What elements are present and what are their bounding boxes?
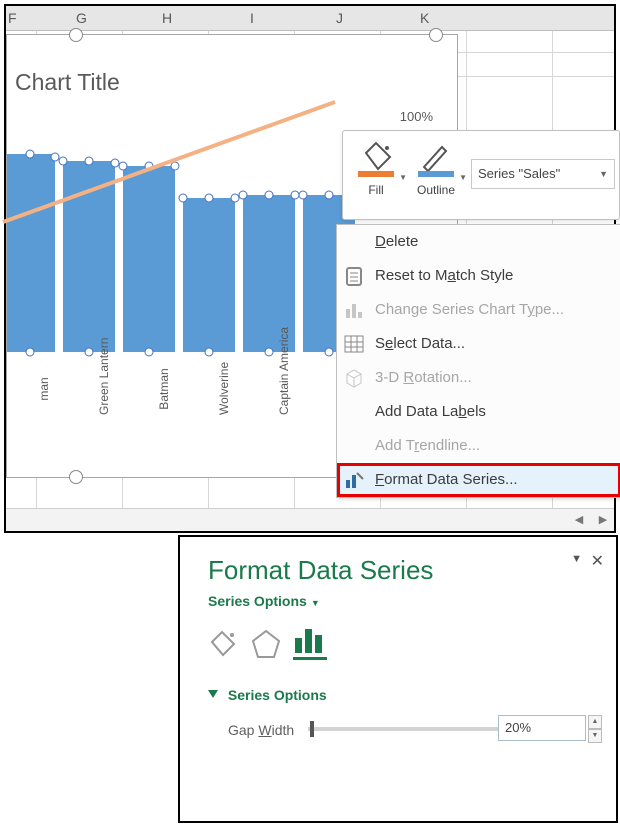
close-pane-button[interactable]: ✕ [591, 551, 604, 571]
spreadsheet-panel: F G H I J K Chart Title 100% 40% [4, 4, 616, 533]
chart-handle[interactable] [69, 28, 83, 42]
bar-chart-icon [343, 299, 365, 321]
format-series-icon [343, 469, 365, 491]
series-selector[interactable]: Series "Sales"▼ [471, 159, 615, 189]
clipboard-icon [343, 265, 365, 287]
menu-3d-rotation: 3-D Rotation...3-D Rotation... [337, 361, 620, 395]
section-series-options[interactable]: Series Options [208, 687, 327, 703]
menu-format-data-series[interactable]: Format Data Series...Format Data Series.… [337, 463, 620, 497]
col-header-K[interactable]: K [420, 10, 429, 26]
scroll-left-button[interactable]: ◀ [568, 509, 590, 531]
task-pane-options-icon[interactable]: ▼ [571, 553, 582, 565]
category-label: Wolverine [217, 362, 231, 415]
gap-width-input[interactable]: 20% [498, 715, 586, 741]
gap-width-slider[interactable] [308, 727, 508, 731]
pane-subtitle[interactable]: Series Options▼ [208, 593, 320, 609]
col-header-J[interactable]: J [336, 10, 343, 26]
mini-toolbar: Fill ▼ Outline ▼ Series "Sales"▼ [342, 130, 620, 220]
pane-title: Format Data Series [208, 555, 433, 586]
menu-reset-style[interactable]: Reset to Match StyleReset to Match Style [337, 259, 620, 293]
category-label: Batman [157, 368, 171, 409]
gap-width-label: Gap WidthGap Width [228, 722, 294, 738]
col-header-I[interactable]: I [250, 10, 254, 26]
category-label: man [37, 377, 51, 400]
cube-icon [343, 367, 365, 389]
category-label: Green Lantern [97, 338, 111, 415]
scroll-right-button[interactable]: ▶ [592, 509, 614, 531]
menu-change-chart-type: Change Series Chart Type...Change Series… [337, 293, 620, 327]
spin-down-button[interactable]: ▼ [588, 729, 602, 743]
fill-button[interactable]: Fill ▼ [351, 137, 401, 197]
paint-bucket-icon [356, 137, 396, 177]
category-label: Captain America [277, 327, 291, 415]
column-header-row[interactable]: F G H I J K [6, 6, 614, 31]
chart-handle[interactable] [429, 28, 443, 42]
pen-icon [416, 137, 456, 177]
col-header-H[interactable]: H [162, 10, 172, 26]
format-pane: Format Data Series ▼ ✕ Series Options▼ S… [178, 535, 618, 823]
menu-add-trendline: Add Trendline...Add Trendline... [337, 429, 620, 463]
menu-delete[interactable]: DDeleteelete [337, 225, 620, 259]
spin-up-button[interactable]: ▲ [588, 715, 602, 729]
series-options-tab-icon[interactable] [293, 625, 327, 660]
effects-tab-icon[interactable] [250, 628, 284, 660]
y-tick-100: 100% [400, 109, 433, 124]
horizontal-scrollbar[interactable]: ◀ ▶ [6, 508, 614, 531]
chart-handle[interactable] [69, 470, 83, 484]
fill-line-tab-icon[interactable] [206, 628, 240, 660]
menu-add-data-labels[interactable]: Add Data LabelsAdd Data Labels [337, 395, 620, 429]
slider-thumb[interactable] [310, 721, 314, 737]
col-header-G[interactable]: G [76, 10, 87, 26]
table-icon [343, 333, 365, 355]
menu-select-data[interactable]: Select Data...Select Data... [337, 327, 620, 361]
collapse-triangle-icon[interactable] [208, 690, 218, 698]
context-menu: DDeleteelete Reset to Match StyleReset t… [336, 224, 620, 498]
col-header-F[interactable]: F [8, 10, 17, 26]
chart-title[interactable]: Chart Title [15, 69, 120, 96]
outline-button[interactable]: Outline ▼ [411, 137, 461, 197]
